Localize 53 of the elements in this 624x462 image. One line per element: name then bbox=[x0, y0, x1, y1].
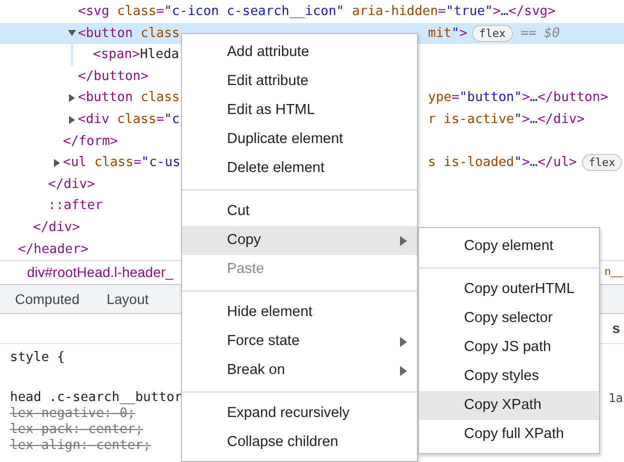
menu-item[interactable]: Duplicate element bbox=[182, 125, 417, 154]
disclosure-triangle-icon[interactable] bbox=[68, 94, 76, 102]
dom-node-text[interactable]: <ul class="c-us bbox=[63, 153, 180, 173]
dom-node-text[interactable]: r is-active">…</div> bbox=[428, 110, 585, 130]
menu-item[interactable]: Collapse children bbox=[182, 428, 417, 457]
dom-node-text[interactable]: <button class bbox=[78, 88, 180, 108]
style-source-link[interactable]: 1a bbox=[608, 389, 624, 408]
menu-item[interactable]: Hide element bbox=[182, 298, 417, 327]
disclosure-triangle-icon[interactable] bbox=[68, 29, 76, 38]
dom-node-text[interactable]: <button class bbox=[78, 24, 180, 44]
dom-node-text[interactable]: </div> bbox=[33, 218, 80, 238]
dom-node-text[interactable]: </form> bbox=[63, 132, 118, 152]
dom-node-text[interactable]: ::after bbox=[48, 196, 103, 216]
menu-item[interactable]: Copy outerHTML bbox=[419, 275, 599, 304]
menu-item[interactable]: Copy selector bbox=[419, 304, 599, 333]
styles-tab[interactable]: Layout bbox=[106, 288, 149, 310]
dom-node-text[interactable]: <div class="c bbox=[78, 110, 180, 130]
overridden-property: lex-pack: center; bbox=[10, 421, 144, 439]
menu-item[interactable]: Copy bbox=[182, 226, 417, 255]
style-rule-selector: style { bbox=[10, 349, 65, 368]
dom-node-text[interactable]: </header> bbox=[18, 240, 88, 260]
flex-badge[interactable]: flex bbox=[472, 24, 513, 42]
style-rule-selector: head .c-search__buttor bbox=[10, 389, 182, 407]
menu-item[interactable]: Delete element bbox=[182, 154, 417, 183]
breadcrumb-path[interactable]: div#rootHead.l-header_ bbox=[27, 262, 174, 284]
menu-item[interactable]: Copy XPath bbox=[419, 391, 599, 420]
dom-node-text[interactable]: ype="button">…</button> bbox=[428, 88, 608, 108]
flex-badge[interactable]: flex bbox=[582, 154, 622, 172]
menu-item[interactable]: Expand recursively bbox=[182, 399, 417, 428]
overridden-property: lex-align: center; bbox=[10, 437, 151, 456]
dom-node-text[interactable]: mit"> bbox=[428, 24, 468, 44]
menu-item[interactable]: Copy styles bbox=[419, 362, 599, 391]
overridden-property: lex-negative: 0; bbox=[10, 405, 136, 423]
pane-label: s bbox=[612, 319, 621, 338]
dom-node-text[interactable]: <span>Hleda bbox=[93, 45, 180, 65]
menu-item[interactable]: Break on bbox=[182, 356, 417, 385]
breadcrumb-path[interactable]: n__ bbox=[604, 264, 624, 281]
menu-item[interactable]: Copy element bbox=[419, 232, 599, 261]
disclosure-triangle-icon[interactable] bbox=[68, 116, 76, 124]
dom-node-text[interactable]: <svg class="c-icon c-search__icon" aria-hidden="true">…</svg> bbox=[78, 2, 556, 22]
dom-node-text[interactable]: </button> bbox=[78, 66, 148, 86]
menu-item[interactable]: Edit as HTML bbox=[182, 96, 417, 125]
dom-node-text[interactable]: </div> bbox=[48, 174, 95, 194]
menu-item[interactable]: Cut bbox=[182, 197, 417, 226]
menu-item[interactable]: Force state bbox=[182, 327, 417, 356]
menu-item[interactable]: Add attribute bbox=[182, 38, 417, 67]
disclosure-triangle-icon[interactable] bbox=[53, 158, 61, 167]
dom-node-text[interactable]: s is-loaded">…</ul> bbox=[428, 153, 577, 173]
styles-tab[interactable]: Computed bbox=[15, 288, 80, 310]
menu-item[interactable]: Copy full XPath bbox=[419, 420, 599, 449]
selected-element-marker: == $0 bbox=[520, 24, 560, 43]
menu-item[interactable]: Copy JS path bbox=[419, 333, 599, 362]
menu-item[interactable]: Edit attribute bbox=[182, 67, 417, 96]
